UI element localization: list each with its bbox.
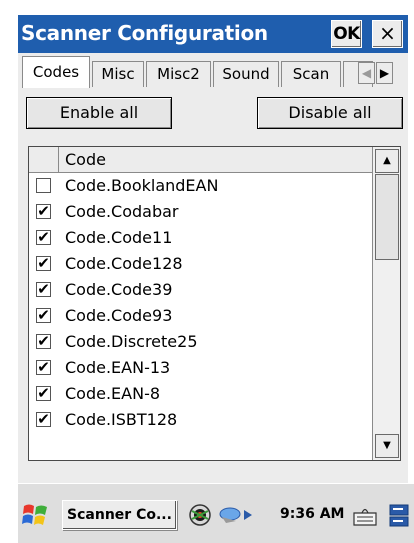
codes-tab-page: Enable all Disable all Code Code.Booklan… xyxy=(18,87,408,483)
window-title: Scanner Configuration xyxy=(21,21,268,45)
tab-scroll-left-icon[interactable]: ◀ xyxy=(358,62,375,84)
list-header: Code xyxy=(29,147,372,173)
row-label: Code.Code39 xyxy=(65,280,173,299)
list-item[interactable]: ✔ Code.Discrete25 xyxy=(29,329,372,355)
row-checkbox[interactable] xyxy=(36,178,51,193)
title-bar: Scanner Configuration OK × xyxy=(18,15,408,53)
tab-scroll-right-icon[interactable]: ▶ xyxy=(376,62,393,84)
enable-all-button[interactable]: Enable all xyxy=(26,97,172,129)
ok-button[interactable]: OK xyxy=(331,20,362,48)
row-checkbox[interactable]: ✔ xyxy=(36,256,51,271)
taskbar: Scanner Co... 9:36 AM xyxy=(18,483,414,543)
tab-scan[interactable]: Scan xyxy=(281,61,341,87)
list-item[interactable]: ✔ Code.Code11 xyxy=(29,225,372,251)
code-rows: Code.BooklandEAN ✔ Code.Codabar ✔ Code.C… xyxy=(29,173,372,460)
clock[interactable]: 9:36 AM xyxy=(280,500,344,528)
list-item[interactable]: ✔ Code.Codabar xyxy=(29,199,372,225)
row-checkbox[interactable]: ✔ xyxy=(36,360,51,375)
code-list: Code Code.BooklandEAN ✔ Code.Codabar ✔ C… xyxy=(28,146,401,461)
row-label: Code.Code93 xyxy=(65,306,173,325)
row-label: Code.EAN-13 xyxy=(65,358,171,377)
row-label: Code.EAN-8 xyxy=(65,384,161,403)
row-checkbox[interactable]: ✔ xyxy=(36,412,51,427)
tab-sound[interactable]: Sound xyxy=(213,61,279,87)
row-checkbox[interactable]: ✔ xyxy=(36,308,51,323)
row-label: Code.BooklandEAN xyxy=(65,176,219,195)
list-item[interactable]: ✔ Code.Code128 xyxy=(29,251,372,277)
row-checkbox[interactable]: ✔ xyxy=(36,230,51,245)
network-icon[interactable] xyxy=(188,503,212,527)
row-label: Code.Code11 xyxy=(65,228,173,247)
row-label: Code.Discrete25 xyxy=(65,332,198,351)
keyboard-icon[interactable] xyxy=(352,503,378,527)
row-checkbox[interactable]: ✔ xyxy=(36,386,51,401)
connectivity-icon[interactable] xyxy=(216,503,256,527)
vertical-scrollbar[interactable]: ▲ ▼ xyxy=(372,147,400,460)
scroll-down-icon[interactable]: ▼ xyxy=(375,434,399,458)
row-label: Code.Codabar xyxy=(65,202,179,221)
tab-misc2[interactable]: Misc2 xyxy=(146,61,211,87)
row-checkbox[interactable]: ✔ xyxy=(36,282,51,297)
task-button-scanner[interactable]: Scanner Co... xyxy=(62,500,177,530)
row-label: Code.ISBT128 xyxy=(65,410,178,429)
scrollbar-thumb[interactable] xyxy=(375,174,399,260)
tab-strip: Codes Misc Misc2 Sound Scan ◀ ▶ xyxy=(18,53,408,88)
list-item[interactable]: ✔ Code.EAN-8 xyxy=(29,381,372,407)
row-checkbox[interactable]: ✔ xyxy=(36,334,51,349)
list-item[interactable]: ✔ Code.ISBT128 xyxy=(29,407,372,433)
row-checkbox[interactable]: ✔ xyxy=(36,204,51,219)
close-button[interactable]: × xyxy=(372,20,403,48)
code-column-header[interactable]: Code xyxy=(65,147,106,172)
list-item[interactable]: ✔ Code.Code39 xyxy=(29,277,372,303)
windows-flag-icon[interactable] xyxy=(21,502,49,528)
tab-codes[interactable]: Codes xyxy=(22,56,90,88)
list-item[interactable]: ✔ Code.EAN-13 xyxy=(29,355,372,381)
scroll-up-icon[interactable]: ▲ xyxy=(375,149,399,173)
list-item[interactable]: Code.BooklandEAN xyxy=(29,173,372,199)
disable-all-button[interactable]: Disable all xyxy=(257,97,403,129)
tab-misc[interactable]: Misc xyxy=(92,61,144,87)
desktop-icon[interactable] xyxy=(388,502,410,528)
row-label: Code.Code128 xyxy=(65,254,183,273)
client-area: Codes Misc Misc2 Sound Scan ◀ ▶ Enable a… xyxy=(18,53,408,483)
list-item[interactable]: ✔ Code.Code93 xyxy=(29,303,372,329)
device-screen: Scanner Configuration OK × Codes Misc Mi… xyxy=(0,0,414,543)
checkbox-column-header[interactable] xyxy=(29,147,59,172)
